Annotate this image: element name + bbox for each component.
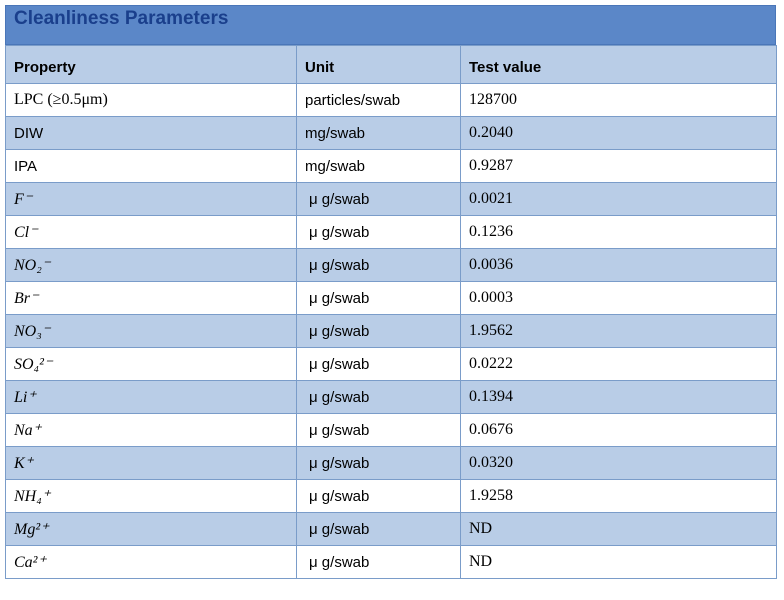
- table-row: Mg²⁺ μ g/swab ND: [5, 512, 777, 546]
- row-unit: mg/swab: [296, 149, 461, 183]
- table-row: NO₃⁻ μ g/swab 1.9562: [5, 314, 777, 348]
- row-property: SO₄²⁻: [5, 347, 297, 381]
- table-row: K⁺ μ g/swab 0.0320: [5, 446, 777, 480]
- row-value: 1.9258: [460, 479, 777, 513]
- table-title: Cleanliness Parameters: [14, 8, 229, 29]
- cleanliness-table: Property Unit Test value LPC (≥0.5μm) pa…: [5, 45, 777, 579]
- table-row: Br⁻ μ g/swab 0.0003: [5, 281, 777, 315]
- row-property: Br⁻: [5, 281, 297, 315]
- header-unit: Unit: [296, 45, 461, 84]
- table-header-row: Property Unit Test value: [5, 45, 777, 84]
- table-row: NO₂⁻ μ g/swab 0.0036: [5, 248, 777, 282]
- table-row: NH₄⁺ μ g/swab 1.9258: [5, 479, 777, 513]
- row-unit: μ g/swab: [296, 413, 461, 447]
- row-property: DIW: [5, 116, 297, 150]
- row-value: 1.9562: [460, 314, 777, 348]
- table-row: Li⁺ μ g/swab 0.1394: [5, 380, 777, 414]
- row-unit: μ g/swab: [296, 314, 461, 348]
- header-property: Property: [5, 45, 297, 84]
- table-row: Cl⁻ μ g/swab 0.1236: [5, 215, 777, 249]
- row-unit: μ g/swab: [296, 281, 461, 315]
- row-value: 0.0036: [460, 248, 777, 282]
- row-property: NH₄⁺: [5, 479, 297, 513]
- table-row: DIW mg/swab 0.2040: [5, 116, 777, 150]
- row-unit: μ g/swab: [296, 512, 461, 546]
- row-unit: μ g/swab: [296, 446, 461, 480]
- row-value: ND: [460, 512, 777, 546]
- row-value: 0.0222: [460, 347, 777, 381]
- table-row: Ca²⁺ μ g/swab ND: [5, 545, 777, 579]
- table-row: Na⁺ μ g/swab 0.0676: [5, 413, 777, 447]
- row-property: Ca²⁺: [5, 545, 297, 579]
- row-property: Cl⁻: [5, 215, 297, 249]
- row-value: 0.0003: [460, 281, 777, 315]
- table-row: F⁻ μ g/swab 0.0021: [5, 182, 777, 216]
- row-unit: μ g/swab: [296, 248, 461, 282]
- row-value: 128700: [460, 83, 777, 117]
- row-property: NO₃⁻: [5, 314, 297, 348]
- row-unit: μ g/swab: [296, 380, 461, 414]
- row-unit: μ g/swab: [296, 545, 461, 579]
- row-value: 0.0676: [460, 413, 777, 447]
- table-row: LPC (≥0.5μm) particles/swab 128700: [5, 83, 777, 117]
- row-unit: particles/swab: [296, 83, 461, 117]
- header-test-value: Test value: [460, 45, 777, 84]
- row-value: 0.1394: [460, 380, 777, 414]
- table-row: IPA mg/swab 0.9287: [5, 149, 777, 183]
- row-unit: μ g/swab: [296, 215, 461, 249]
- row-value: 0.0021: [460, 182, 777, 216]
- row-property: NO₂⁻: [5, 248, 297, 282]
- row-property: Li⁺: [5, 380, 297, 414]
- row-unit: mg/swab: [296, 116, 461, 150]
- row-value: 0.0320: [460, 446, 777, 480]
- row-property: LPC (≥0.5μm): [5, 83, 297, 117]
- row-unit: μ g/swab: [296, 479, 461, 513]
- row-value: 0.9287: [460, 149, 777, 183]
- row-value: ND: [460, 545, 777, 579]
- cleanliness-table-container: Cleanliness Parameters Property Unit Tes…: [5, 5, 777, 579]
- row-property: K⁺: [5, 446, 297, 480]
- row-property: IPA: [5, 149, 297, 183]
- row-unit: μ g/swab: [296, 347, 461, 381]
- table-row: SO₄²⁻ μ g/swab 0.0222: [5, 347, 777, 381]
- row-value: 0.2040: [460, 116, 777, 150]
- table-title-bar: Cleanliness Parameters: [5, 5, 776, 45]
- row-unit: μ g/swab: [296, 182, 461, 216]
- row-property: F⁻: [5, 182, 297, 216]
- row-property: Mg²⁺: [5, 512, 297, 546]
- row-value: 0.1236: [460, 215, 777, 249]
- row-property: Na⁺: [5, 413, 297, 447]
